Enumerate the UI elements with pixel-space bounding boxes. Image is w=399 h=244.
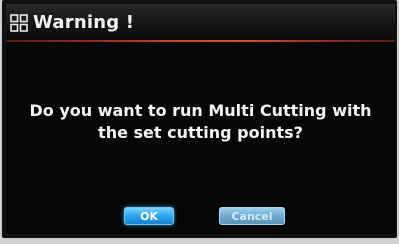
warning-dialog: Warning ! Do you want to run Multi Cutti… xyxy=(6,4,395,234)
dialog-title: Warning ! xyxy=(33,12,135,33)
cancel-button[interactable]: Cancel xyxy=(219,207,285,225)
grid-icon xyxy=(10,14,28,32)
message-line-1: Do you want to run Multi Cutting with xyxy=(29,101,372,120)
dialog-title-bar: Warning ! xyxy=(6,4,395,42)
dialog-message: Do you want to run Multi Cutting with th… xyxy=(6,100,395,144)
ok-button[interactable]: OK xyxy=(124,207,174,225)
screen-bezel: Warning ! Do you want to run Multi Cutti… xyxy=(2,0,397,238)
device-screen-photo: Warning ! Do you want to run Multi Cutti… xyxy=(0,0,399,244)
message-line-2: the set cutting points? xyxy=(98,123,303,142)
